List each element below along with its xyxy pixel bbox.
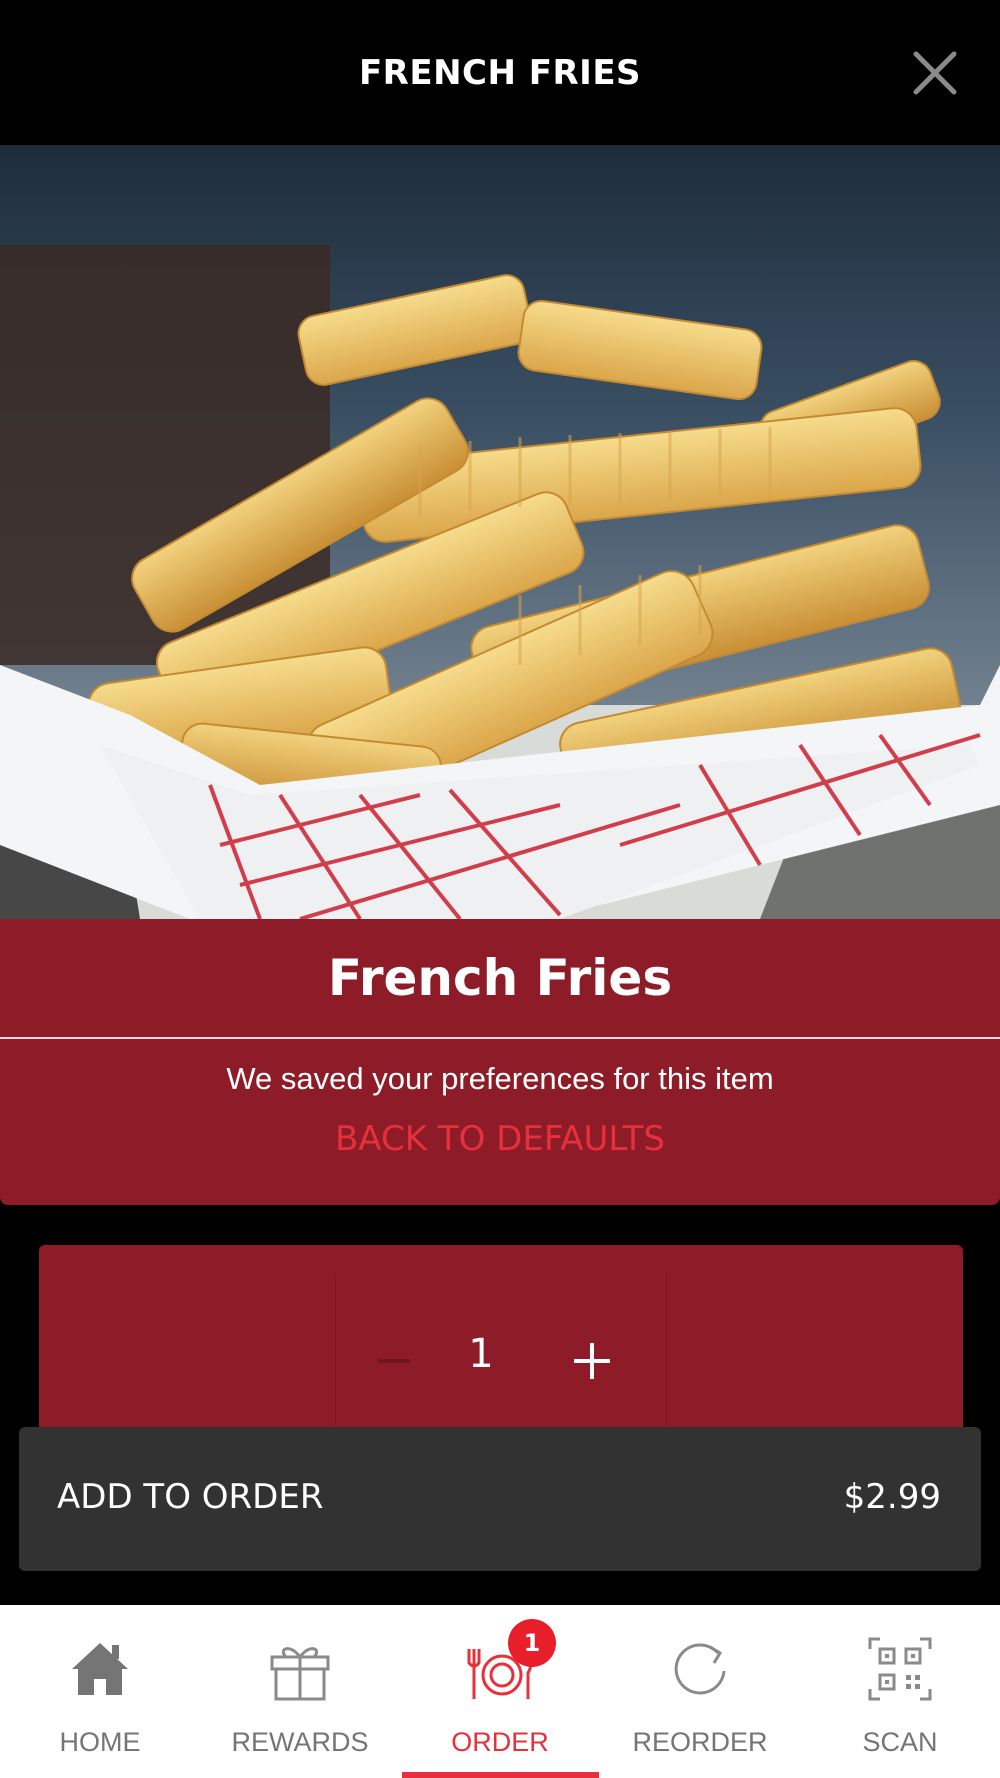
tab-label: HOME: [59, 1727, 141, 1757]
item-price: $2.99: [843, 1477, 941, 1517]
tab-label: SCAN: [862, 1727, 938, 1757]
home-icon: [72, 1643, 128, 1695]
item-photo: [0, 145, 1000, 919]
qr-code-icon: [868, 1637, 932, 1701]
quantity-stepper: 1: [335, 1273, 667, 1445]
back-to-defaults-link[interactable]: BACK TO DEFAULTS: [0, 1119, 1000, 1159]
refresh-icon: [674, 1643, 726, 1695]
close-icon: [913, 51, 957, 95]
quantity-value: 1: [468, 1331, 494, 1377]
add-to-order-button[interactable]: ADD TO ORDER $2.99: [19, 1427, 981, 1571]
bottom-tab-bar: HOME REWARDS 1 ORDER REORDER SCAN: [0, 1605, 1000, 1778]
item-name: French Fries: [327, 949, 673, 1007]
decrease-quantity-button[interactable]: [376, 1343, 412, 1379]
tab-label: REORDER: [632, 1727, 768, 1757]
gift-icon: [270, 1647, 330, 1701]
add-to-order-label: ADD TO ORDER: [57, 1477, 324, 1517]
close-button[interactable]: [912, 50, 958, 96]
tab-home[interactable]: HOME: [0, 1605, 200, 1778]
tab-rewards[interactable]: REWARDS: [200, 1605, 400, 1778]
increase-quantity-button[interactable]: [572, 1341, 612, 1381]
active-tab-indicator: [402, 1772, 599, 1778]
tab-label: REWARDS: [231, 1727, 369, 1757]
tab-reorder[interactable]: REORDER: [600, 1605, 800, 1778]
minus-icon: [378, 1359, 410, 1363]
top-header: FRENCH FRIES: [0, 0, 1000, 145]
tab-order[interactable]: 1 ORDER: [400, 1605, 600, 1778]
page-title: FRENCH FRIES: [358, 52, 642, 93]
tab-scan[interactable]: SCAN: [800, 1605, 1000, 1778]
divider: [0, 1037, 1000, 1039]
quantity-card: 1: [39, 1245, 963, 1445]
tab-label: ORDER: [451, 1727, 549, 1757]
cart-count-badge: 1: [508, 1619, 556, 1667]
saved-preferences-message: We saved your preferences for this item: [226, 1061, 774, 1096]
item-info-panel: French Fries We saved your preferences f…: [0, 919, 1000, 1205]
plus-icon: [574, 1343, 610, 1379]
